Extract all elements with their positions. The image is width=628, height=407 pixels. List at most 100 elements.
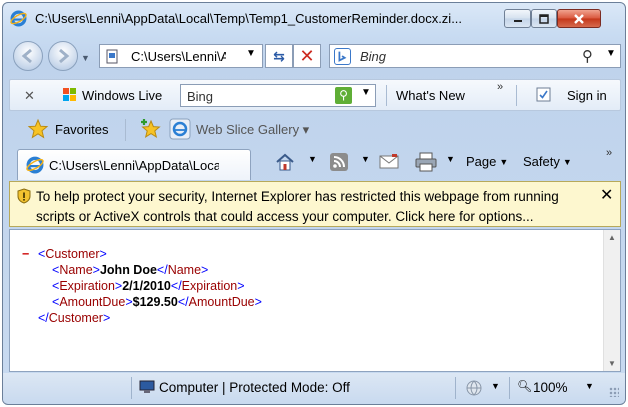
- refresh-button[interactable]: ⇆: [265, 44, 293, 68]
- whats-new-link[interactable]: What's New: [396, 88, 465, 103]
- minimize-icon: [513, 19, 522, 22]
- print-dropdown[interactable]: ▼: [446, 154, 455, 164]
- xml-root-tag: Customer: [48, 311, 103, 325]
- sign-in-icon: [536, 87, 551, 102]
- windows-live-search-dropdown[interactable]: ▼: [361, 87, 371, 98]
- safety-menu-label: Safety: [523, 154, 560, 169]
- computer-icon: [139, 380, 155, 393]
- back-button[interactable]: [13, 41, 43, 71]
- bing-icon: [334, 48, 351, 65]
- print-icon[interactable]: [415, 152, 437, 172]
- page-content: − <Customer> <Name>John Doe</Name> <Expir…: [9, 229, 621, 372]
- maximize-button[interactable]: [531, 9, 557, 28]
- resize-grip[interactable]: [609, 387, 619, 397]
- page-menu[interactable]: Page ▼: [466, 154, 508, 169]
- collapse-toggle[interactable]: −: [22, 246, 38, 262]
- ie-icon: [26, 156, 44, 174]
- xml-value: John Doe: [99, 263, 157, 277]
- windows-flag-icon: [63, 88, 76, 101]
- page-icon: [106, 49, 118, 64]
- xml-root-tag: Customer: [45, 247, 100, 261]
- sign-in-link[interactable]: Sign in: [567, 88, 607, 103]
- mail-icon[interactable]: [379, 153, 399, 170]
- windows-live-search-input[interactable]: Bing ⚲ ▼: [180, 84, 376, 107]
- safety-menu[interactable]: Safety ▼: [523, 154, 572, 169]
- window-title: C:\Users\Lenni\AppData\Local\Temp\Temp1_…: [35, 11, 463, 26]
- zoom-level[interactable]: 100%: [533, 380, 568, 395]
- windows-live-search-placeholder: Bing: [187, 89, 214, 104]
- toolbar-close-button[interactable]: ✕: [24, 88, 35, 104]
- search-dropdown[interactable]: ▼: [606, 48, 616, 59]
- home-icon[interactable]: [275, 152, 295, 172]
- scroll-down-icon[interactable]: ▼: [608, 359, 616, 368]
- search-field[interactable]: Bing ⚲ ▼: [329, 44, 621, 68]
- divider: [125, 119, 126, 141]
- tab-label: C:\Users\Lenni\AppData\Local...: [49, 158, 219, 173]
- divider: [516, 85, 517, 106]
- stop-icon: ✕: [299, 45, 315, 66]
- xml-element: <AmountDue>$129.50</AmountDue>: [52, 295, 262, 309]
- address-row: ▼ C:\Users\Lenni\A ▼ ⇆ ✕ Bing ⚲ ▼: [3, 39, 625, 73]
- address-dropdown[interactable]: ▼: [246, 48, 256, 59]
- xml-tag: Name: [167, 263, 202, 277]
- tab-row: C:\Users\Lenni\AppData\Local... ▼ ▼ ▼ Pa: [3, 146, 625, 180]
- search-placeholder: Bing: [360, 49, 387, 64]
- rss-icon[interactable]: [329, 152, 349, 172]
- xml-tag: AmountDue: [188, 295, 255, 309]
- xml-tree: − <Customer> <Name>John Doe</Name> <Expir…: [22, 246, 262, 326]
- xml-element: <Expiration>2/1/2010</Expiration>: [52, 279, 245, 293]
- forward-button[interactable]: [48, 41, 78, 71]
- xml-tag: AmountDue: [59, 295, 126, 309]
- xml-value: 2/1/2010: [122, 279, 171, 293]
- address-text: C:\Users\Lenni\A: [131, 49, 226, 64]
- information-bar[interactable]: To help protect your security, Internet …: [9, 181, 621, 227]
- maximize-icon: [539, 13, 549, 24]
- xml-tag: Expiration: [181, 279, 238, 293]
- security-zone-status[interactable]: Computer | Protected Mode: Off: [159, 380, 350, 395]
- back-icon: [21, 48, 32, 64]
- address-field[interactable]: C:\Users\Lenni\A ▼: [99, 44, 263, 68]
- tab-active[interactable]: C:\Users\Lenni\AppData\Local...: [17, 149, 251, 180]
- web-slice-gallery-link[interactable]: Web Slice Gallery ▾: [196, 122, 309, 138]
- minimize-button[interactable]: [504, 9, 531, 28]
- information-bar-message: To help protect your security, Internet …: [36, 189, 559, 224]
- page-menu-label: Page: [466, 154, 497, 169]
- xml-element: <Name>John Doe</Name>: [52, 263, 209, 277]
- command-overflow-chevron[interactable]: »: [606, 147, 612, 159]
- divider: [509, 377, 510, 399]
- stop-button[interactable]: ✕: [293, 44, 321, 68]
- xml-root-close: </Customer>: [38, 311, 111, 325]
- zoom-dropdown[interactable]: ▼: [585, 381, 594, 391]
- close-window-button[interactable]: [557, 9, 601, 28]
- windows-live-link[interactable]: Windows Live: [82, 88, 162, 103]
- web-slice-icon: [169, 118, 191, 140]
- protected-mode-dropdown[interactable]: ▼: [491, 381, 500, 391]
- home-dropdown[interactable]: ▼: [308, 154, 317, 164]
- status-bar: Computer | Protected Mode: Off ▼ 🔍︎ 100%…: [3, 373, 625, 403]
- feeds-dropdown[interactable]: ▼: [361, 154, 370, 164]
- search-icon[interactable]: ⚲: [582, 47, 593, 65]
- xml-tag: Name: [59, 263, 93, 277]
- vertical-scrollbar[interactable]: ▲ ▼: [603, 230, 620, 371]
- forward-icon: [59, 48, 70, 64]
- scroll-up-icon[interactable]: ▲: [608, 233, 616, 242]
- title-bar: C:\Users\Lenni\AppData\Local\Temp\Temp1_…: [3, 3, 625, 33]
- information-bar-close-button[interactable]: ✕: [600, 185, 613, 205]
- globe-icon[interactable]: [465, 379, 483, 397]
- favorites-button[interactable]: Favorites: [55, 122, 108, 137]
- divider: [131, 377, 132, 399]
- overflow-chevron[interactable]: »: [497, 81, 503, 93]
- refresh-icon: ⇆: [273, 47, 285, 64]
- zoom-icon: 🔍︎: [517, 379, 533, 393]
- xml-tag: Expiration: [59, 279, 115, 293]
- recent-pages-dropdown[interactable]: ▼: [81, 53, 90, 63]
- ie-icon: [10, 10, 27, 27]
- divider: [386, 85, 387, 106]
- go-icon[interactable]: ⚲: [335, 87, 352, 104]
- xml-value: $129.50: [132, 295, 178, 309]
- favorites-bar: Favorites Web Slice Gallery ▾: [3, 115, 625, 145]
- add-favorites-icon[interactable]: [139, 118, 163, 140]
- favorites-star-icon: [27, 118, 49, 139]
- shield-icon: [17, 188, 31, 204]
- divider: [455, 377, 456, 399]
